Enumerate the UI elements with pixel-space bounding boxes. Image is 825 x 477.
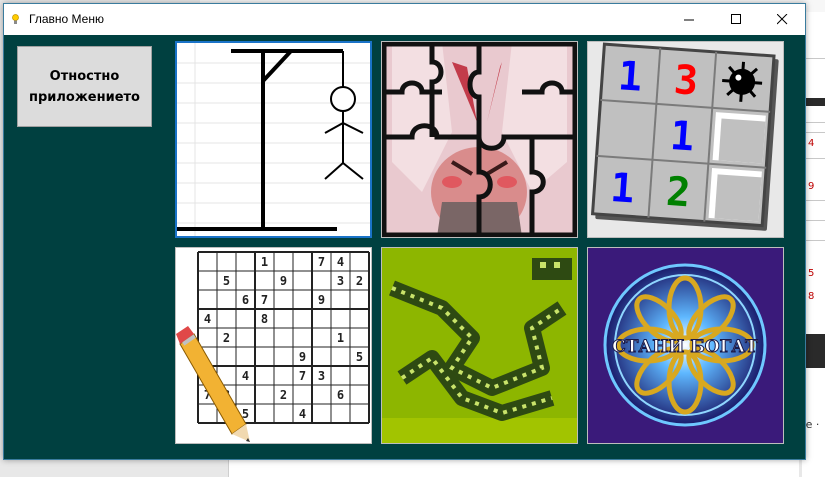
snake-game-button[interactable]	[381, 247, 578, 444]
maximize-icon	[730, 14, 741, 24]
sudoku-game-button[interactable]: 1745932679482195473732654	[175, 247, 372, 444]
mine-digit: 1	[609, 165, 636, 213]
background-bar	[803, 98, 825, 106]
main-menu-window: Главно Меню Отностно приложението 1 3 1 …	[3, 3, 806, 460]
sudoku-digit: 4	[204, 312, 211, 326]
background-margin-number: 8	[808, 291, 815, 302]
minimize-icon	[683, 19, 694, 21]
background-table-line	[803, 220, 825, 221]
millionaire-game-button[interactable]: СТАНИ БОГАТ	[587, 247, 784, 444]
sudoku-digit: 6	[337, 388, 344, 402]
jigsaw-puzzle-icon	[382, 42, 577, 237]
minimize-button[interactable]	[666, 4, 712, 35]
about-button-label: Отностно приложението	[29, 66, 140, 108]
window-title: Главно Меню	[29, 12, 104, 26]
sudoku-digit: 4	[337, 255, 344, 269]
about-button-label-line2: приложението	[29, 89, 140, 105]
background-margin-number: 5	[808, 268, 815, 279]
sudoku-icon: 1745932679482195473732654	[176, 248, 371, 443]
mine-digit: 1	[617, 53, 644, 101]
mine-digit: 3	[672, 57, 699, 105]
sudoku-digit: 5	[223, 274, 230, 288]
background-table-line	[803, 122, 825, 123]
title-bar[interactable]: Главно Меню	[4, 4, 805, 35]
close-icon	[776, 14, 787, 25]
about-button[interactable]: Отностно приложението	[17, 46, 152, 127]
about-button-label-line1: Отностно	[49, 68, 120, 84]
sudoku-digit: 9	[299, 350, 306, 364]
sudoku-digit: 6	[242, 293, 249, 307]
background-table-line	[803, 132, 825, 133]
hangman-icon	[177, 43, 370, 236]
puzzle-game-button[interactable]	[381, 41, 578, 238]
sudoku-digit: 2	[223, 331, 230, 345]
background-table-line	[803, 200, 825, 201]
background-margin-number: 4	[808, 138, 815, 149]
lightbulb-icon	[12, 14, 19, 24]
millionaire-logo-text: СТАНИ БОГАТ	[612, 337, 758, 357]
sudoku-digit: 7	[318, 255, 325, 269]
sudoku-digit: 7	[261, 293, 268, 307]
sudoku-digit: 2	[280, 388, 287, 402]
mine-digit: 1	[669, 113, 696, 161]
sudoku-digit: 9	[318, 293, 325, 307]
background-table-line	[803, 58, 825, 59]
millionaire-logo: СТАНИ БОГАТ	[588, 248, 783, 443]
background-table-line	[803, 158, 825, 159]
maximize-button[interactable]	[713, 4, 759, 35]
background-bar	[803, 334, 825, 368]
background-table-line	[803, 240, 825, 241]
sudoku-digit: 4	[299, 407, 306, 421]
minesweeper-game-button[interactable]: 1 3 1 1 2	[587, 41, 784, 238]
sudoku-digit: 8	[261, 312, 268, 326]
background-margin-number: 9	[808, 181, 815, 192]
sudoku-digit: 1	[337, 331, 344, 345]
sudoku-digit: 3	[337, 274, 344, 288]
hangman-game-button[interactable]	[175, 41, 372, 238]
sudoku-digit: 3	[318, 369, 325, 383]
sudoku-digit: 1	[261, 255, 268, 269]
sudoku-digit: 2	[356, 274, 363, 288]
sudoku-digit: 5	[356, 350, 363, 364]
sudoku-digit: 9	[280, 274, 287, 288]
sudoku-digit: 7	[299, 369, 306, 383]
minesweeper-icon: 1 3 1 1 2	[588, 42, 783, 237]
mine-digit: 2	[665, 169, 692, 217]
close-button[interactable]	[759, 4, 805, 35]
sudoku-digit: 4	[242, 369, 249, 383]
snake-icon	[382, 248, 577, 443]
